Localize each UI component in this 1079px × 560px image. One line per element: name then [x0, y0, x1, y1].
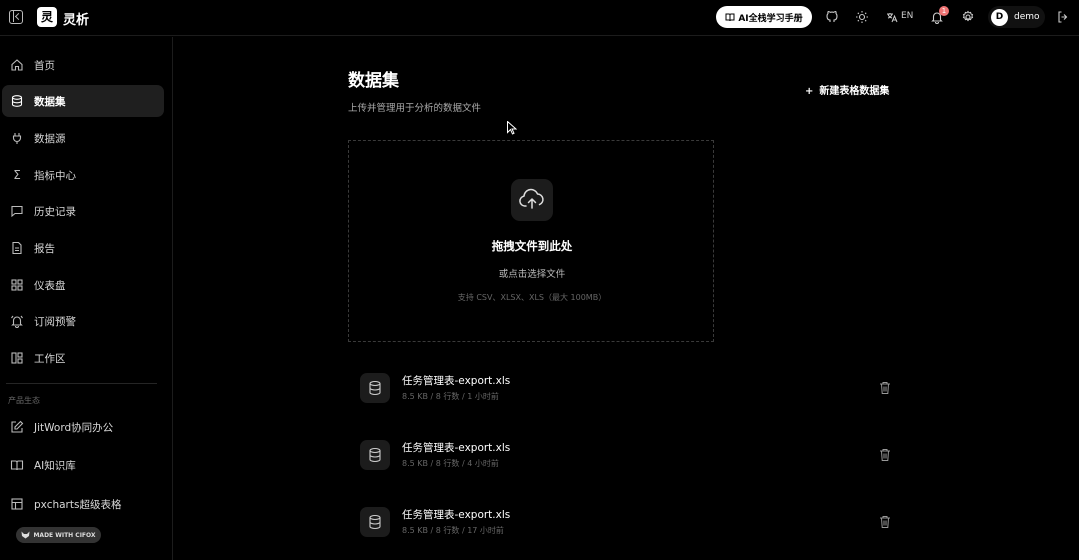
- sidebar-item-label: AI知识库: [34, 459, 76, 472]
- file-name[interactable]: 任务管理表-export.xls: [402, 440, 510, 455]
- sidebar-item-label: 历史记录: [34, 205, 76, 218]
- book-icon: [10, 458, 24, 472]
- gear-icon[interactable]: [961, 10, 975, 24]
- trash-icon[interactable]: [879, 380, 891, 394]
- sidebar-collapse-icon[interactable]: [9, 10, 23, 24]
- sidebar-item-dashboard[interactable]: 仪表盘: [2, 269, 164, 301]
- made-with-cifox-badge[interactable]: MADE WITH CIFOX: [16, 527, 101, 543]
- file-row[interactable]: 任务管理表-export.xls 8.5 KB / 8 行数 / 4 小时前: [348, 433, 898, 483]
- page-title: 数据集: [348, 71, 399, 91]
- trash-icon[interactable]: [879, 447, 891, 461]
- ai-manual-button[interactable]: AI全栈学习手册: [716, 6, 812, 28]
- translate-icon[interactable]: [886, 10, 898, 24]
- sidebar-item-label: 仪表盘: [34, 279, 66, 292]
- sidebar-item-datasources[interactable]: 数据源: [2, 122, 164, 154]
- cifox-label: MADE WITH CIFOX: [33, 531, 96, 539]
- dropzone-hint: 支持 CSV、XLSX、XLS（最大 100MB）: [457, 293, 607, 302]
- database-icon: [10, 94, 24, 108]
- sidebar-item-datasets[interactable]: 数据集: [2, 85, 164, 117]
- section-label: 产品生态: [8, 396, 40, 405]
- sidebar-item-knowledge[interactable]: AI知识库: [2, 449, 164, 481]
- page-subtitle: 上传并管理用于分析的数据文件: [348, 103, 482, 114]
- edit-icon: [10, 420, 24, 434]
- file-name[interactable]: 任务管理表-export.xls: [402, 507, 510, 522]
- mouse-cursor-icon: [507, 121, 517, 135]
- chat-history-icon: [10, 204, 24, 218]
- sidebar-item-label: 报告: [34, 242, 55, 255]
- cloud-upload-icon: [511, 179, 553, 221]
- new-dataset-button[interactable]: + 新建表格数据集: [805, 82, 889, 97]
- sidebar-item-label: 数据源: [34, 132, 66, 145]
- sidebar-item-reports[interactable]: 报告: [2, 232, 164, 264]
- sidebar-item-label: pxcharts超级表格: [34, 498, 122, 511]
- avatar: D: [991, 8, 1008, 26]
- plus-icon: +: [805, 86, 814, 97]
- top-bar: 灵 灵析 AI全栈学习手册 EN 1 D demo: [0, 0, 1079, 36]
- bell-alert-icon: [10, 314, 24, 328]
- sidebar-item-alerts[interactable]: 订阅预警: [2, 305, 164, 337]
- sidebar-item-history[interactable]: 历史记录: [2, 195, 164, 227]
- file-meta: 8.5 KB / 8 行数 / 1 小时前: [402, 392, 499, 401]
- trash-icon[interactable]: [879, 514, 891, 528]
- sidebar: 首页 数据集 数据源 Σ 指标中心 历史记录 报告 仪表盘 订阅预警 工作区 产…: [0, 37, 173, 560]
- workspace-icon: [10, 351, 24, 365]
- sigma-icon: Σ: [13, 168, 21, 182]
- sidebar-item-home[interactable]: 首页: [2, 49, 164, 81]
- user-name: demo: [1014, 12, 1040, 22]
- database-icon: [360, 373, 390, 403]
- table-icon: [10, 497, 24, 511]
- sidebar-item-label: 首页: [34, 59, 55, 72]
- sidebar-item-label: 指标中心: [34, 169, 76, 182]
- file-row[interactable]: 任务管理表-export.xls 8.5 KB / 8 行数 / 17 小时前: [348, 500, 898, 550]
- file-row[interactable]: 任务管理表-export.xls 8.5 KB / 8 行数 / 1 小时前: [348, 366, 898, 416]
- dropzone-subtitle: 或点击选择文件: [498, 269, 566, 280]
- new-dataset-label: 新建表格数据集: [819, 86, 890, 97]
- sidebar-item-label: JitWord协同办公: [34, 421, 114, 434]
- plug-icon: [10, 131, 24, 145]
- file-name[interactable]: 任务管理表-export.xls: [402, 373, 510, 388]
- sidebar-item-pxcharts[interactable]: pxcharts超级表格: [2, 488, 164, 520]
- sidebar-item-label: 订阅预警: [34, 315, 76, 328]
- upload-dropzone[interactable]: 拖拽文件到此处 或点击选择文件 支持 CSV、XLSX、XLS（最大 100MB…: [348, 140, 714, 342]
- sidebar-item-label: 工作区: [34, 352, 66, 365]
- notification-badge: 1: [939, 6, 949, 16]
- sidebar-item-jitword[interactable]: JitWord协同办公: [2, 411, 164, 443]
- report-icon: [10, 241, 24, 255]
- dropzone-title: 拖拽文件到此处: [491, 239, 573, 253]
- user-menu[interactable]: D demo: [988, 6, 1045, 28]
- language-toggle[interactable]: EN: [901, 11, 913, 21]
- fox-icon: [21, 531, 30, 539]
- sidebar-item-label: 数据集: [34, 95, 66, 108]
- logout-icon[interactable]: [1056, 10, 1070, 24]
- home-icon: [10, 58, 24, 72]
- file-meta: 8.5 KB / 8 行数 / 4 小时前: [402, 459, 499, 468]
- sidebar-divider: [6, 383, 157, 384]
- book-open-icon: [725, 13, 735, 21]
- sidebar-item-metrics[interactable]: Σ 指标中心: [2, 159, 164, 191]
- sidebar-item-workspace[interactable]: 工作区: [2, 342, 164, 374]
- app-logo: 灵: [37, 7, 57, 27]
- ai-manual-label: AI全栈学习手册: [738, 13, 803, 24]
- app-title: 灵析: [63, 13, 90, 28]
- dashboard-icon: [10, 278, 24, 292]
- database-icon: [360, 440, 390, 470]
- database-icon: [360, 507, 390, 537]
- sun-icon[interactable]: [855, 10, 869, 24]
- file-meta: 8.5 KB / 8 行数 / 17 小时前: [402, 526, 504, 535]
- github-icon[interactable]: [825, 10, 839, 24]
